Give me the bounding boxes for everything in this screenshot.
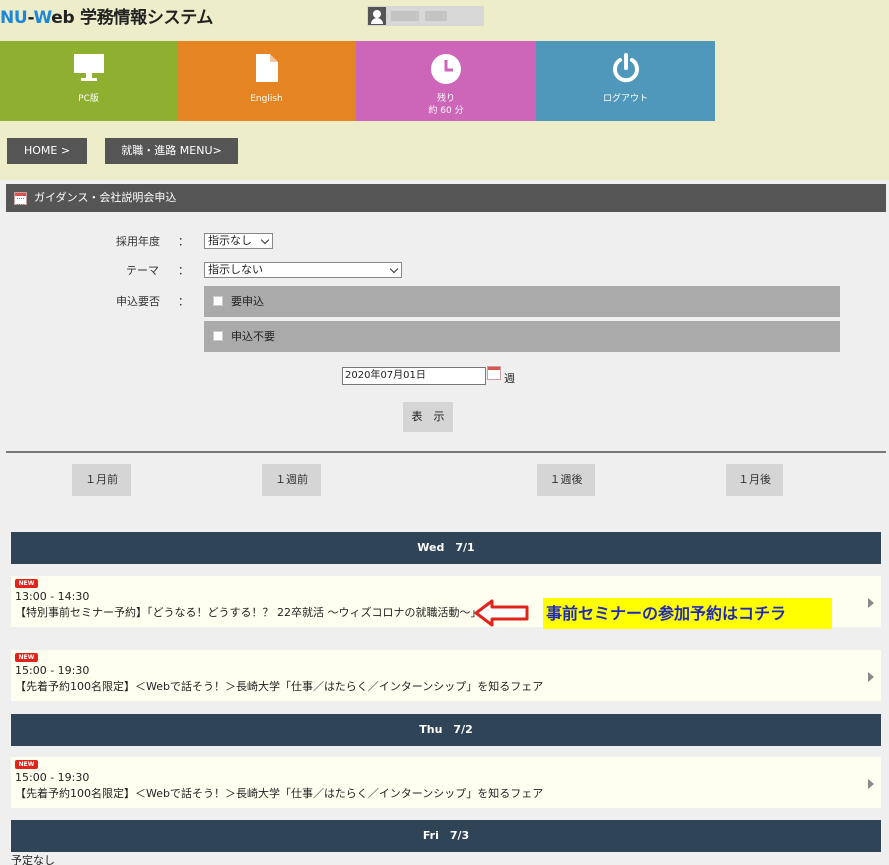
annotation-note: 事前セミナーの参加予約はコチラ bbox=[543, 598, 832, 629]
tile-english[interactable]: English bbox=[177, 41, 356, 121]
remaining-label: 残り bbox=[436, 94, 455, 104]
chevron-right-icon bbox=[868, 598, 874, 608]
tile-label: ログアウト bbox=[602, 94, 648, 104]
chevron-down-icon bbox=[389, 264, 399, 274]
tile-label: 残り 約 60 分 bbox=[356, 93, 536, 117]
next-month-button[interactable]: １月後 bbox=[726, 464, 783, 496]
tile-remaining-time: 残り 約 60 分 bbox=[356, 41, 536, 121]
arrow-left-icon bbox=[474, 599, 529, 627]
checkbox[interactable] bbox=[213, 331, 223, 341]
divider bbox=[6, 451, 886, 453]
new-badge: NEW bbox=[15, 579, 38, 588]
checkbox[interactable] bbox=[213, 296, 223, 306]
theme-label: テーマ bbox=[126, 264, 159, 277]
theme-select-value: 指示しない bbox=[208, 263, 263, 276]
calendar-icon bbox=[14, 192, 27, 205]
breadcrumb-home[interactable]: HOME > bbox=[7, 138, 87, 164]
next-week-button[interactable]: １週後 bbox=[537, 464, 595, 496]
event-title: 【先着予約100名限定】＜Webで話そう！＞長崎大学「仕事／はたらく／インターン… bbox=[15, 787, 544, 800]
year-select[interactable]: 指示なし bbox=[204, 233, 273, 249]
day-header: Wed 7/1 bbox=[11, 532, 881, 564]
document-icon bbox=[255, 54, 278, 82]
tile-pc-version[interactable]: PC版 bbox=[0, 41, 177, 121]
panel-title: ガイダンス・会社説明会申込 bbox=[34, 191, 177, 204]
event-item[interactable]: NEW 15:00 - 19:30 【先着予約100名限定】＜Webで話そう！＞… bbox=[11, 757, 881, 808]
new-badge: NEW bbox=[15, 760, 38, 769]
logo-nu: NU bbox=[0, 8, 28, 28]
checkbox-label: 申込不要 bbox=[231, 330, 275, 343]
remaining-minutes: 約 60 分 bbox=[428, 106, 464, 116]
week-label: 週 bbox=[504, 372, 515, 385]
theme-separator: ： bbox=[178, 264, 189, 277]
event-item[interactable]: NEW 15:00 - 19:30 【先着予約100名限定】＜Webで話そう！＞… bbox=[11, 650, 881, 701]
breadcrumb: HOME > 就職・進路 MENU> bbox=[0, 138, 889, 164]
no-events-text: 予定なし bbox=[11, 854, 55, 865]
tile-label: PC版 bbox=[78, 94, 99, 104]
logo-rest: eb 学務情報システム bbox=[51, 8, 214, 28]
date-input[interactable]: 2020年07月01日 bbox=[342, 367, 486, 385]
year-select-value: 指示なし bbox=[208, 234, 252, 247]
tile-label: English bbox=[250, 94, 283, 104]
panel-header: ガイダンス・会社説明会申込 bbox=[6, 184, 886, 212]
event-time: 15:00 - 19:30 bbox=[15, 664, 90, 677]
prev-week-button[interactable]: １週前 bbox=[262, 464, 321, 496]
logo-w: W bbox=[33, 8, 52, 28]
redacted-name bbox=[425, 11, 447, 21]
app-logo[interactable]: NU-Web 学務情報システム bbox=[0, 3, 213, 28]
event-time: 13:00 - 14:30 bbox=[15, 590, 90, 603]
checkbox-not-required[interactable]: 申込不要 bbox=[204, 321, 840, 352]
checkbox-required[interactable]: 要申込 bbox=[204, 286, 840, 317]
menu-tiles: PC版 English 残り 約 60 分 ログアウト bbox=[0, 41, 715, 121]
monitor-icon bbox=[73, 54, 104, 81]
chevron-right-icon bbox=[868, 672, 874, 682]
user-icon bbox=[368, 7, 386, 25]
theme-select[interactable]: 指示しない bbox=[204, 262, 402, 278]
user-info bbox=[367, 6, 484, 26]
apply-label: 申込要否 bbox=[116, 295, 160, 308]
chevron-right-icon bbox=[868, 779, 874, 789]
power-icon bbox=[612, 53, 639, 83]
event-title: 【先着予約100名限定】＜Webで話そう！＞長崎大学「仕事／はたらく／インターン… bbox=[15, 680, 544, 693]
event-title: 【特別事前セミナー予約】「どうなる！どうする！？ 22卒就活 ～ウィズコロナの就… bbox=[15, 606, 482, 619]
day-header: Thu 7/2 bbox=[11, 714, 881, 746]
prev-month-button[interactable]: １月前 bbox=[72, 464, 131, 496]
year-separator: ： bbox=[178, 235, 189, 248]
new-badge: NEW bbox=[15, 653, 38, 662]
redacted-name bbox=[391, 11, 419, 21]
clock-icon bbox=[431, 54, 461, 84]
calendar-icon[interactable] bbox=[487, 366, 501, 380]
tile-logout[interactable]: ログアウト bbox=[536, 41, 715, 121]
header: NU-Web 学務情報システム bbox=[0, 0, 889, 41]
apply-separator: ： bbox=[178, 295, 189, 308]
show-button[interactable]: 表 示 bbox=[403, 402, 453, 432]
event-time: 15:00 - 19:30 bbox=[15, 771, 90, 784]
breadcrumb-career-menu[interactable]: 就職・進路 MENU> bbox=[105, 138, 238, 164]
year-label: 採用年度 bbox=[116, 235, 160, 248]
checkbox-label: 要申込 bbox=[231, 295, 264, 308]
day-header: Fri 7/3 bbox=[11, 820, 881, 852]
chevron-down-icon bbox=[260, 235, 270, 245]
